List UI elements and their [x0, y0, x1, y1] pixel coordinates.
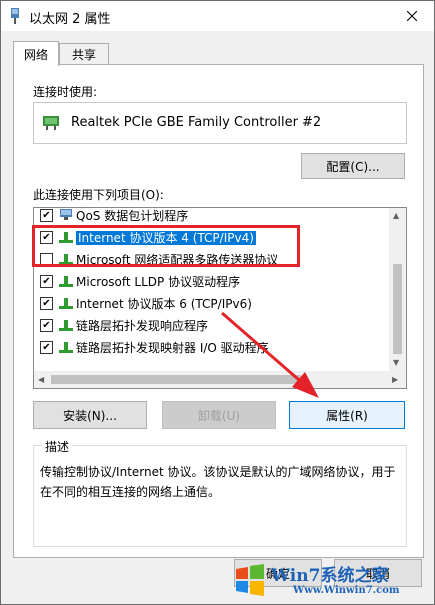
tab-network[interactable]: 网络: [13, 41, 59, 66]
watermark-brand: Win7系统之家: [271, 566, 389, 586]
watermark-url: Www.Winwin7.com: [293, 585, 400, 596]
annotation-arrow-icon: [221, 311, 319, 398]
watermark: Win7系统之家 Www.Winwin7.com: [231, 561, 431, 601]
windows-logo-icon: [236, 564, 264, 596]
